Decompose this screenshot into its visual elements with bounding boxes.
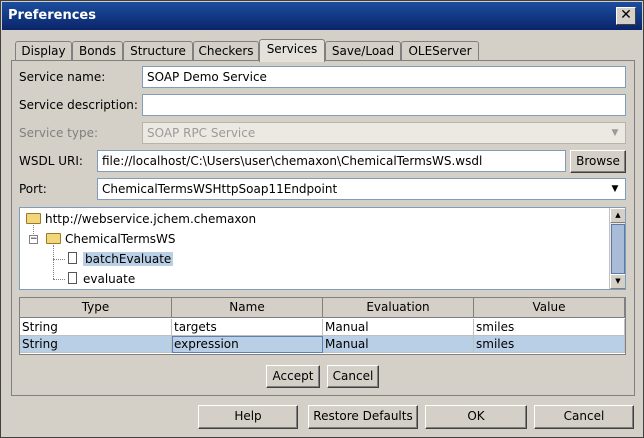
close-button[interactable]: ✕ [616,7,636,25]
chevron-down-icon: ▼ [611,128,619,138]
tab-services[interactable]: Services [259,39,325,62]
open-folder-icon [26,213,41,224]
service-type-label: Service type: [19,126,99,140]
panel-cancel-button[interactable]: Cancel [327,365,379,388]
service-description-label: Service description: [19,98,138,112]
wsdl-uri-label: WSDL URI: [19,154,83,168]
title-bar[interactable]: Preferences ✕ [2,2,642,30]
collapse-icon[interactable]: − [29,235,38,244]
column-header-type[interactable]: Type [20,298,172,318]
tree-node-service[interactable]: ChemicalTermsWS [46,229,176,249]
chevron-down-icon[interactable]: ▼ [606,180,624,198]
service-name-label: Service name: [19,70,106,84]
tab-oleserver[interactable]: OLEServer [401,41,479,61]
service-type-combo: SOAP RPC Service ▼ [142,122,626,144]
ok-button[interactable]: OK [425,405,527,429]
tab-checkers[interactable]: Checkers [193,41,259,61]
port-label: Port: [19,182,47,196]
service-name-field[interactable]: SOAP Demo Service [142,66,626,88]
tree-connector [53,279,65,280]
column-header-value[interactable]: Value [474,298,625,318]
tree-connector [53,245,54,279]
preferences-dialog: Preferences ✕ Display Bonds Structure Ch… [0,0,644,438]
close-icon: ✕ [620,7,632,23]
tree-node-method[interactable]: evaluate [68,269,135,289]
service-description-field[interactable] [142,94,626,116]
document-icon [68,252,77,264]
tab-display[interactable]: Display [15,41,72,61]
column-header-name[interactable]: Name [172,298,323,318]
port-combo[interactable]: ChemicalTermsWSHttpSoap11Endpoint ▼ [97,178,626,200]
tab-bonds[interactable]: Bonds [72,41,123,61]
help-button[interactable]: Help [198,405,298,429]
scroll-down-button[interactable]: ▼ [610,274,625,289]
cancel-button[interactable]: Cancel [534,405,634,429]
accept-button[interactable]: Accept [266,365,320,388]
tab-save-load[interactable]: Save/Load [325,41,401,61]
browse-button[interactable]: Browse [570,150,626,173]
tab-structure[interactable]: Structure [123,41,193,61]
scroll-up-button[interactable]: ▲ [610,208,625,223]
service-type-value: SOAP RPC Service [147,126,256,140]
tree-connector [53,259,65,260]
wsdl-uri-field[interactable]: file://localhost/C:\Users\user\chemaxon\… [97,150,566,172]
port-value: ChemicalTermsWSHttpSoap11Endpoint [102,182,338,196]
tree-node-method[interactable]: batchEvaluate [68,249,174,269]
restore-defaults-button[interactable]: Restore Defaults [308,405,418,429]
document-icon [68,272,77,284]
tree-node-root[interactable]: http://webservice.jchem.chemaxon [26,209,256,229]
parameters-table: Type Name Evaluation Value String target… [19,297,626,355]
service-tree: http://webservice.jchem.chemaxon − Chemi… [19,207,626,290]
column-header-evaluation[interactable]: Evaluation [323,298,474,318]
open-folder-icon [46,233,61,244]
scroll-thumb[interactable] [611,224,625,274]
tree-scrollbar[interactable]: ▲ ▼ [609,208,625,289]
window-title: Preferences [8,8,96,23]
